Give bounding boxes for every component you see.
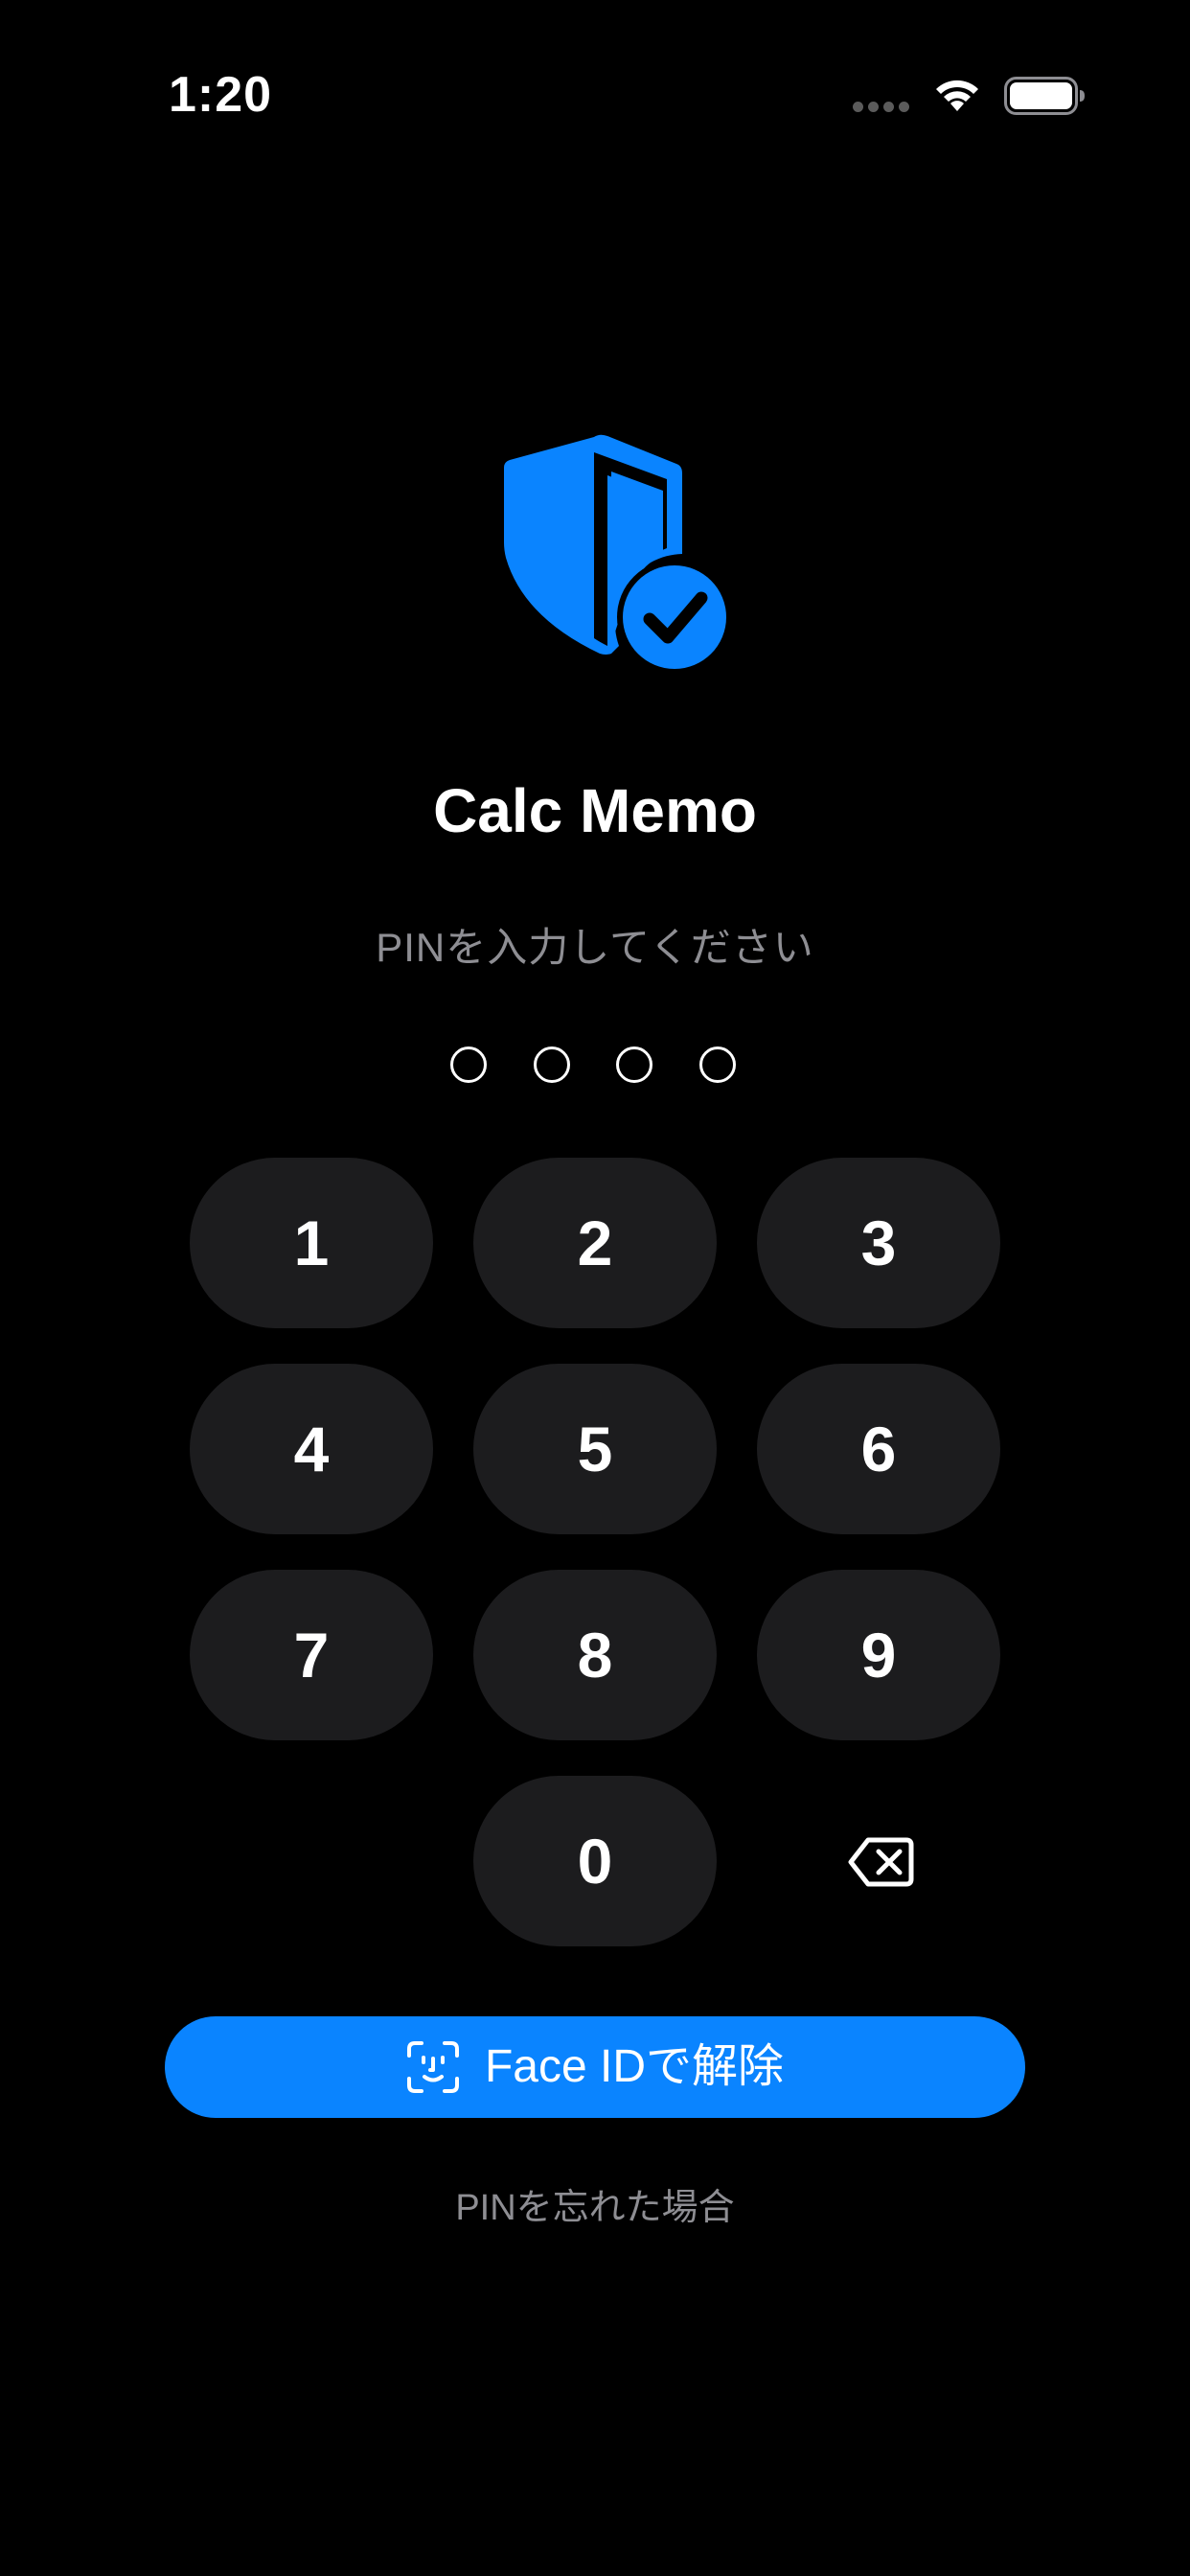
pin-dot-4 — [699, 1046, 736, 1083]
face-id-icon — [406, 2041, 459, 2093]
key-2[interactable]: 2 — [473, 1158, 717, 1328]
wifi-icon — [936, 80, 978, 111]
pin-dot-2 — [534, 1046, 570, 1083]
battery-icon — [1004, 77, 1085, 115]
face-id-unlock-label: Face IDで解除 — [484, 2041, 785, 2092]
forgot-pin-link[interactable]: PINを忘れた場合 — [0, 2183, 1190, 2233]
pin-prompt: PINを入力してください — [376, 925, 814, 970]
key-5[interactable]: 5 — [473, 1364, 717, 1534]
shield-check-icon — [504, 434, 732, 675]
key-0[interactable]: 0 — [473, 1776, 717, 1946]
key-8[interactable]: 8 — [473, 1570, 717, 1740]
key-7[interactable]: 7 — [190, 1570, 433, 1740]
status-time: 1:20 — [169, 67, 273, 123]
face-id-unlock-button[interactable]: Face IDで解除 — [165, 2016, 1025, 2118]
key-1[interactable]: 1 — [190, 1158, 433, 1328]
delete-left-icon[interactable] — [847, 1830, 914, 1894]
key-3[interactable]: 3 — [757, 1158, 1000, 1328]
pin-dot-3 — [616, 1046, 652, 1083]
cellular-signal-icon — [853, 102, 912, 113]
key-6[interactable]: 6 — [757, 1364, 1000, 1534]
pin-dot-1 — [450, 1046, 487, 1083]
app-title: Calc Memo — [433, 776, 757, 845]
key-9[interactable]: 9 — [757, 1570, 1000, 1740]
key-4[interactable]: 4 — [190, 1364, 433, 1534]
